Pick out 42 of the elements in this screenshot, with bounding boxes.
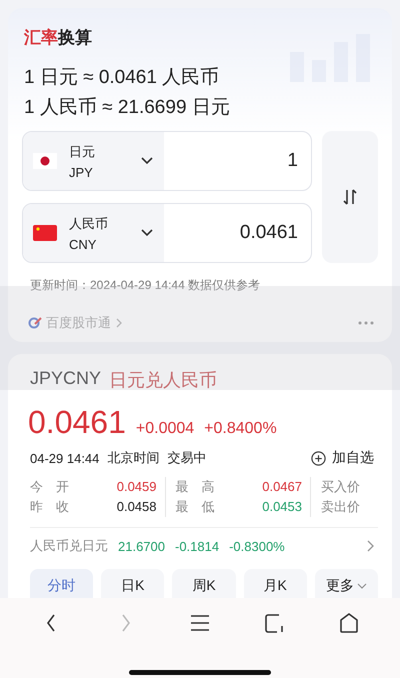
stat-value: 0.0467 bbox=[262, 478, 302, 496]
stat-label: 卖出价 bbox=[321, 498, 360, 516]
stat-label: 买入价 bbox=[321, 478, 360, 496]
stat-label: 今 开 bbox=[30, 478, 69, 496]
chart-tab[interactable]: 日K bbox=[101, 569, 164, 598]
inverse-price: 21.6700 bbox=[118, 538, 165, 554]
inverse-pair: 人民币兑日元 bbox=[30, 537, 108, 555]
update-time: 更新时间：2024-04-29 14:44 数据仅供参考 bbox=[30, 277, 262, 294]
price-text: 0.0461 bbox=[28, 404, 126, 441]
chart-tab[interactable]: 分时 bbox=[30, 569, 94, 598]
chart-tab[interactable]: 更多 bbox=[314, 569, 378, 598]
home-icon bbox=[338, 612, 359, 634]
time-zone: 北京时间 bbox=[107, 449, 160, 467]
stat-value: 0.0453 bbox=[262, 498, 302, 516]
inverse-change: -0.1814 bbox=[175, 538, 220, 554]
change-text: +0.0004 bbox=[136, 420, 194, 438]
back-icon bbox=[47, 614, 56, 632]
symbol-text: JPYCNY bbox=[30, 368, 102, 390]
quote-time: 04-29 14:44 bbox=[30, 450, 100, 466]
logo-icon bbox=[28, 316, 42, 330]
chevron-right-icon[interactable] bbox=[366, 540, 374, 552]
add-watchlist-button[interactable]: 加自选 bbox=[311, 449, 374, 467]
chart-tab[interactable]: 周K bbox=[172, 569, 236, 598]
stat-label: 最 低 bbox=[176, 498, 214, 516]
stat-value: 0.0458 bbox=[116, 498, 156, 516]
stat-label: 最 高 bbox=[176, 478, 214, 496]
pair-name: 日元兑人民币 bbox=[109, 369, 218, 392]
trading-status: 交易中 bbox=[167, 449, 206, 467]
stat-label: 昨 收 bbox=[30, 498, 69, 516]
rate-text: 1 日元 ≈ 0.0461 人民币 bbox=[24, 66, 220, 90]
rate-text: 1 人民币 ≈ 21.6699 日元 bbox=[24, 96, 231, 120]
plus-circle-icon bbox=[311, 450, 326, 466]
forward-icon bbox=[122, 614, 130, 632]
tabs-icon bbox=[264, 612, 284, 634]
menu-icon bbox=[190, 612, 210, 634]
card-title: 汇率换算 bbox=[24, 27, 93, 49]
stat-value: 0.0459 bbox=[116, 478, 156, 496]
chevron-right-icon bbox=[115, 318, 123, 328]
change-percent: +0.8400% bbox=[204, 420, 277, 438]
chart-tab[interactable]: 月K bbox=[244, 569, 307, 598]
inverse-change-percent: -0.8300% bbox=[229, 538, 285, 554]
swap-icon bbox=[342, 188, 358, 206]
